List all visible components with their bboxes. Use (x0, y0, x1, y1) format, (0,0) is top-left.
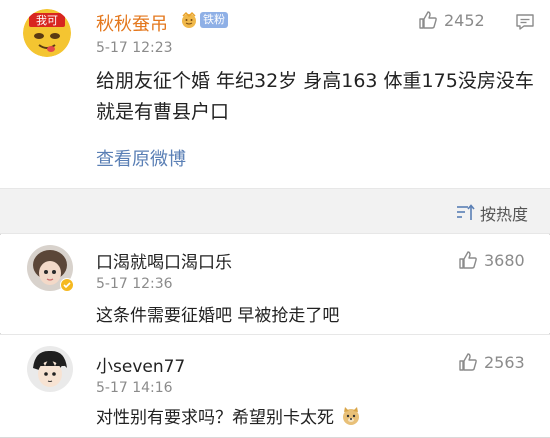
comment-item: 口渴就喝口渴口乐 5-17 12:36 这条件需要征婚吧 早被抢走了吧 3680 (0, 235, 550, 333)
avatar[interactable]: 我可 (23, 9, 71, 57)
comment-time: 5-17 12:36 (96, 276, 173, 292)
fan-crown-icon (182, 11, 196, 28)
post-text: 给朋友征个婚 年纪32岁 身高163 体重175没房没车 就是有曹县户口 (96, 70, 534, 123)
comment-like-count: 3680 (484, 250, 525, 270)
doge-emoji-icon (343, 407, 360, 425)
post-author-name[interactable]: 秋秋蚕吊 (96, 10, 168, 36)
post-time: 5-17 12:23 (96, 40, 173, 56)
thumbs-up-icon (459, 353, 477, 371)
sort-icon (456, 204, 475, 220)
user-avatar-icon (27, 346, 73, 392)
comment-author-name[interactable]: 小seven77 (96, 352, 185, 377)
fan-badge-label: 铁粉 (200, 12, 228, 28)
post-like-count: 2452 (444, 10, 485, 30)
comment-text: 对性别有要求吗？希望别卡太死 (96, 403, 361, 428)
sort-label: 按热度 (479, 205, 528, 224)
comment-author-name[interactable]: 口渴就喝口渴口乐 (96, 248, 232, 273)
comment-like-button[interactable]: 2563 (458, 352, 525, 372)
sort-bar: 按热度 (0, 188, 550, 234)
thumbs-up-icon (419, 11, 437, 29)
fan-badge: 铁粉 (180, 11, 228, 29)
avatar-text: 我可 (36, 14, 58, 27)
comment-item: 小seven77 5-17 14:16 对性别有要求吗？希望别卡太死 2563 (0, 335, 550, 437)
main-post: 我可 秋秋蚕吊 铁粉 5-17 12:23 2452 给朋友征个婚 年纪32岁 … (0, 0, 550, 188)
post-like-button[interactable]: 2452 (418, 10, 485, 30)
view-original-link[interactable]: 查看原微博 (96, 145, 186, 171)
comment-avatar[interactable] (27, 346, 73, 392)
comment-like-count: 2563 (484, 352, 525, 372)
comment-text-content: 对性别有要求吗？希望别卡太死 (96, 408, 334, 428)
comment-time: 5-17 14:16 (96, 380, 173, 396)
sort-by-hot-button[interactable]: 按热度 (455, 201, 528, 225)
thumbs-up-icon (459, 251, 477, 269)
verified-badge-icon (60, 278, 74, 292)
comment-icon[interactable] (515, 12, 535, 32)
emoji-avatar-icon: 我可 (23, 9, 71, 57)
comment-like-button[interactable]: 3680 (458, 250, 525, 270)
comment-text: 这条件需要征婚吧 早被抢走了吧 (96, 306, 340, 326)
